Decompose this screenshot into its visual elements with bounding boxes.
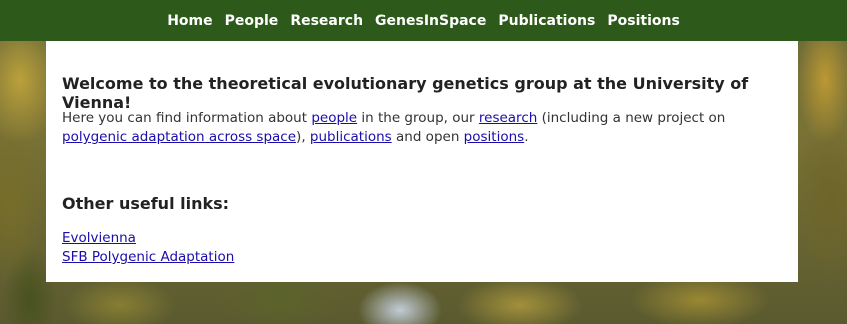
nav-publications-link[interactable]: Publications bbox=[498, 13, 595, 29]
nav-genesinspace-link[interactable]: GenesInSpace bbox=[375, 13, 486, 29]
top-navigation-bar: Home People Research GenesInSpace Public… bbox=[0, 0, 847, 41]
nav-home-link[interactable]: Home bbox=[167, 13, 212, 29]
nav-people-link[interactable]: People bbox=[225, 13, 279, 29]
other-links-heading: Other useful links: bbox=[62, 194, 230, 213]
content-panel: Welcome to the theoretical evolutionary … bbox=[46, 41, 798, 282]
intro-text: and open bbox=[391, 129, 464, 145]
nav-positions-link[interactable]: Positions bbox=[607, 13, 679, 29]
intro-text: in the group, our bbox=[357, 110, 479, 126]
positions-link[interactable]: positions bbox=[464, 129, 525, 145]
page: { "nav": { "items": [ {"label": "Home"},… bbox=[0, 0, 847, 324]
intro-paragraph: Here you can find information about peop… bbox=[62, 109, 784, 147]
sfb-polygenic-adaptation-link[interactable]: SFB Polygenic Adaptation bbox=[62, 248, 234, 267]
welcome-heading: Welcome to the theoretical evolutionary … bbox=[62, 74, 749, 112]
publications-link[interactable]: publications bbox=[310, 129, 392, 145]
research-link[interactable]: research bbox=[479, 110, 537, 126]
main-nav: Home People Research GenesInSpace Public… bbox=[167, 13, 680, 29]
nav-research-link[interactable]: Research bbox=[290, 13, 363, 29]
intro-text: Here you can find information about bbox=[62, 110, 312, 126]
polygenic-adaptation-link[interactable]: polygenic adaptation across space bbox=[62, 129, 296, 145]
other-links-list: Evolvienna SFB Polygenic Adaptation bbox=[62, 229, 234, 267]
people-link[interactable]: people bbox=[311, 110, 357, 126]
evolvienna-link[interactable]: Evolvienna bbox=[62, 229, 234, 248]
intro-text: . bbox=[524, 129, 529, 145]
intro-text: ), bbox=[296, 129, 310, 145]
intro-text: (including a new project on bbox=[537, 110, 726, 126]
